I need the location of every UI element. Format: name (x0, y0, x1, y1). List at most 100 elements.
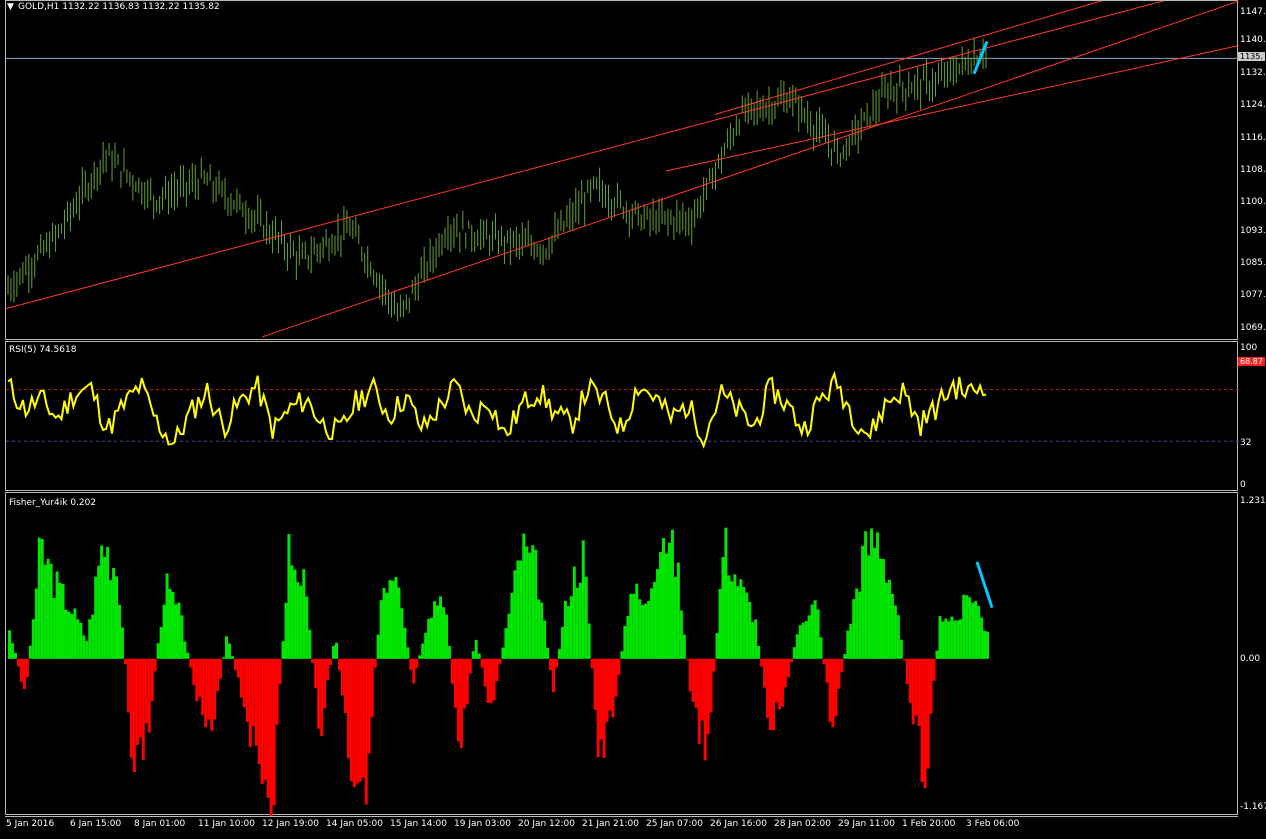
fisher-bar-negative (700, 658, 704, 721)
fisher-bar-positive (644, 603, 648, 659)
fisher-bar-positive (400, 608, 404, 659)
fisher-axis-zero: 0.00 (1240, 654, 1261, 664)
fisher-bar-positive (730, 581, 734, 659)
fisher-bar-positive (73, 608, 77, 659)
fisher-bar-positive (418, 655, 422, 659)
fisher-bar-positive (673, 576, 677, 659)
fisher-bar-negative (495, 658, 499, 682)
price-axis-label: 1124. (1240, 100, 1266, 111)
price-chart-pane[interactable]: ▼ GOLD,H1 1132.22 1136.83 1132.22 1135.8… (5, 0, 1239, 341)
fisher-annotation-stroke (975, 561, 994, 609)
fisher-bar-negative (459, 658, 463, 749)
fisher-bar-positive (804, 621, 808, 659)
fisher-bar-negative (468, 658, 472, 674)
fisher-bar-positive (287, 534, 291, 659)
fisher-bar-negative (207, 658, 211, 720)
fisher-chart[interactable] (6, 493, 1239, 816)
fisher-bar-positive (965, 595, 969, 659)
fisher-bar-positive (980, 617, 984, 659)
fisher-bar-positive (563, 600, 567, 659)
fisher-bar-positive (974, 601, 978, 659)
fisher-bar-positive (522, 533, 526, 659)
fisher-bar-positive (501, 647, 505, 659)
fisher-bar-positive (88, 619, 92, 659)
fisher-bar-negative (337, 658, 341, 671)
fisher-bar-positive (40, 539, 44, 659)
fisher-bar-positive (13, 652, 17, 659)
fisher-bar-negative (275, 658, 279, 725)
fisher-bar-positive (733, 574, 737, 659)
fisher-bar-positive (34, 588, 38, 659)
fisher-bar-positive (953, 620, 957, 659)
rsi-axis-0: 0 (1240, 480, 1246, 490)
fisher-bar-negative (917, 658, 921, 727)
fisher-bar-positive (406, 647, 410, 659)
fisher-bar-negative (144, 658, 148, 724)
fisher-bar-negative (346, 658, 350, 759)
fisher-bar-negative (492, 658, 496, 701)
fisher-bar-positive (442, 607, 446, 659)
fisher-bar-negative (263, 658, 267, 781)
fisher-bar-negative (554, 658, 558, 668)
fisher-bar-positive (715, 633, 719, 659)
fisher-bar-negative (774, 658, 778, 703)
fisher-bar-positive (816, 609, 820, 659)
fisher-bar-positive (873, 547, 877, 659)
fisher-bar-negative (192, 658, 196, 686)
fisher-bar-positive (843, 654, 847, 659)
fisher-bar-positive (659, 552, 663, 659)
fisher-bar-negative (549, 658, 553, 671)
fisher-bar-negative (703, 658, 707, 761)
fisher-bar-negative (254, 658, 258, 746)
time-axis-label: 29 Jan 11:00 (838, 819, 895, 829)
time-axis-label: 1 Feb 20:00 (902, 819, 956, 829)
fisher-bar-positive (403, 627, 407, 659)
fisher-bar-positive (676, 562, 680, 659)
fisher-bar-negative (483, 658, 487, 687)
fisher-bar-positive (388, 580, 392, 659)
fisher-indicator-pane[interactable]: Fisher_Yur4ik 0.202 (5, 492, 1239, 816)
fisher-bar-positive (397, 587, 401, 659)
fisher-bar-negative (361, 658, 365, 778)
time-axis-label: 19 Jan 03:00 (454, 819, 511, 829)
fisher-bar-negative (489, 658, 493, 704)
fisher-bar-negative (926, 658, 930, 769)
fisher-bar-negative (840, 658, 844, 673)
fisher-bar-negative (129, 658, 133, 758)
fisher-bar-positive (718, 589, 722, 659)
fisher-bar-negative (766, 658, 770, 718)
fisher-bar-positive (85, 641, 89, 659)
fisher-bar-positive (887, 579, 891, 659)
fisher-bar-positive (938, 616, 942, 659)
fisher-bar-positive (58, 582, 62, 659)
price-chart[interactable] (6, 1, 1239, 341)
fisher-bar-positive (97, 565, 101, 659)
fisher-bar-positive (230, 656, 234, 659)
fisher-bar-negative (602, 658, 606, 758)
chart-menu-arrow-icon[interactable]: ▼ (7, 2, 14, 12)
fisher-bar-negative (786, 658, 790, 678)
fisher-bar-positive (641, 605, 645, 659)
fisher-bar-positive (867, 555, 871, 659)
time-axis-label: 8 Jan 01:00 (134, 819, 186, 829)
rsi-chart[interactable] (6, 342, 1239, 492)
rsi-indicator-pane[interactable]: RSI(5) 74.5618 (5, 341, 1239, 492)
fisher-bar-positive (171, 592, 175, 659)
fisher-bar-positive (792, 647, 796, 659)
fisher-bar-negative (25, 658, 29, 678)
fisher-bar-positive (222, 657, 226, 659)
fisher-bar-positive (962, 594, 966, 659)
fisher-bar-negative (189, 658, 193, 668)
fisher-bar-negative (614, 658, 618, 697)
fisher-bar-negative (769, 658, 773, 731)
fisher-bar-positive (632, 593, 636, 659)
fisher-bar-negative (486, 658, 490, 703)
rsi-title: RSI(5) 74.5618 (9, 345, 77, 355)
fisher-bar-negative (777, 658, 781, 710)
fisher-bar-positive (569, 596, 573, 659)
fisher-bar-positive (855, 588, 859, 659)
fisher-bar-negative (780, 658, 784, 707)
fisher-bar-negative (245, 658, 249, 723)
fisher-bar-negative (685, 658, 689, 660)
fisher-bar-negative (364, 658, 368, 805)
